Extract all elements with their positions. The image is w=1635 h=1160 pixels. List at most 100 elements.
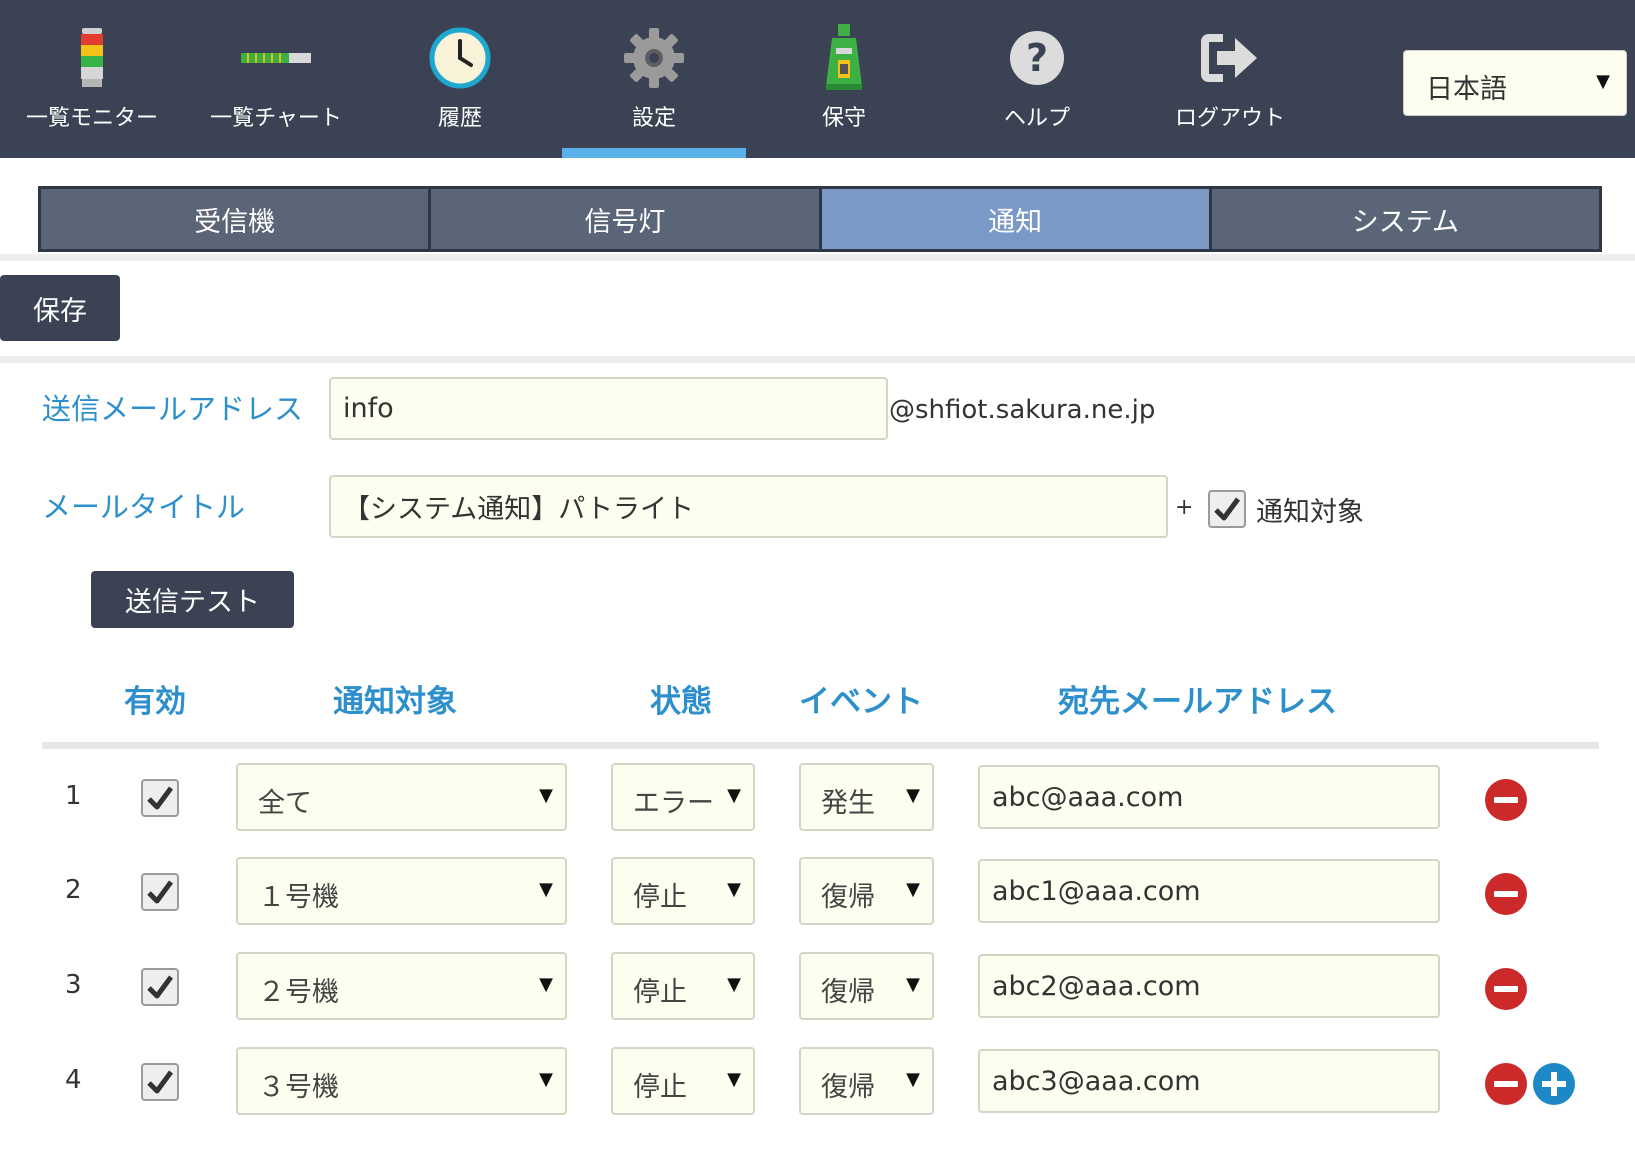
minus-circle-icon[interactable]	[1485, 873, 1527, 915]
state-select[interactable]: エラー ▼	[611, 763, 755, 831]
target-value: １号機	[258, 882, 339, 913]
divider	[0, 254, 1635, 261]
state-select[interactable]: 停止 ▼	[611, 857, 755, 925]
target-select[interactable]: ２号機 ▼	[236, 952, 567, 1020]
row-enabled-checkbox[interactable]	[141, 968, 179, 1006]
tab-receiver[interactable]: 受信機	[41, 189, 432, 249]
nav-item-logout[interactable]: ログアウト	[1138, 0, 1322, 158]
dropdown-arrow-icon: ▼	[906, 1069, 920, 1090]
col-header-state: 状態	[650, 684, 712, 720]
tab-notification[interactable]: 通知	[821, 189, 1212, 249]
nav-item-label: 履歴	[437, 106, 482, 131]
dropdown-arrow-icon: ▼	[539, 785, 553, 806]
save-button[interactable]: 保存	[0, 275, 120, 341]
email-input[interactable]: abc3@aaa.com	[978, 1049, 1440, 1113]
state-select[interactable]: 停止 ▼	[611, 952, 755, 1020]
minus-circle-icon[interactable]	[1485, 779, 1527, 821]
event-select[interactable]: 復帰 ▼	[799, 857, 934, 925]
nav-item-label: 設定	[631, 106, 676, 131]
dropdown-arrow-icon: ▼	[727, 879, 741, 900]
sender-address-label: 送信メールアドレス	[42, 392, 304, 426]
state-value: 停止	[633, 882, 687, 913]
gear-icon	[562, 22, 746, 94]
event-select[interactable]: 復帰 ▼	[799, 1047, 934, 1115]
dropdown-arrow-icon: ▼	[539, 974, 553, 995]
plus-sign: +	[1175, 495, 1194, 520]
nav-item-label: 保守	[821, 106, 866, 131]
target-select[interactable]: 全て ▼	[236, 763, 567, 831]
row-enabled-checkbox[interactable]	[141, 779, 179, 817]
row-number: 2	[65, 875, 82, 905]
clock-icon	[368, 22, 552, 94]
dropdown-arrow-icon: ▼	[539, 879, 553, 900]
event-select[interactable]: 発生 ▼	[799, 763, 934, 831]
language-select[interactable]: 日本語 ▼	[1403, 50, 1627, 116]
row-number: 4	[65, 1065, 82, 1095]
checkmark-icon	[147, 1070, 174, 1094]
row-enabled-checkbox[interactable]	[141, 873, 179, 911]
state-value: 停止	[633, 977, 687, 1008]
state-value: エラー	[633, 788, 714, 819]
row-number: 1	[65, 781, 82, 811]
event-value: 復帰	[821, 1072, 875, 1103]
target-select[interactable]: １号機 ▼	[236, 857, 567, 925]
target-value: ２号機	[258, 977, 339, 1008]
signal-tower-icon	[0, 22, 184, 94]
level-bar-icon	[184, 22, 368, 94]
nav-item-settings[interactable]: 設定	[562, 0, 746, 158]
event-value: 復帰	[821, 882, 875, 913]
email-input[interactable]: abc2@aaa.com	[978, 954, 1440, 1018]
nav-item-help[interactable]: ? ヘルプ	[945, 0, 1129, 158]
nav-item-maintenance[interactable]: 保守	[752, 0, 936, 158]
target-value: ３号機	[258, 1072, 339, 1103]
minus-circle-icon[interactable]	[1485, 968, 1527, 1010]
dropdown-arrow-icon: ▼	[1596, 71, 1610, 92]
append-target-checkbox[interactable]	[1208, 490, 1246, 528]
target-select[interactable]: ３号機 ▼	[236, 1047, 567, 1115]
minus-circle-icon[interactable]	[1485, 1063, 1527, 1105]
target-value: 全て	[258, 788, 312, 819]
header-divider	[42, 742, 1599, 749]
maintenance-icon	[752, 22, 936, 94]
checkmark-icon	[147, 786, 174, 810]
nav-item-label: ヘルプ	[1003, 106, 1070, 131]
dropdown-arrow-icon: ▼	[906, 879, 920, 900]
nav-item-label: 一覧チャート	[210, 106, 342, 131]
logout-icon	[1138, 22, 1322, 94]
plus-circle-icon[interactable]	[1533, 1063, 1575, 1105]
checkmark-icon	[1214, 497, 1241, 521]
mail-title-input[interactable]: 【システム通知】パトライト	[329, 475, 1168, 538]
col-header-event: イベント	[799, 684, 923, 720]
event-value: 復帰	[821, 977, 875, 1008]
dropdown-arrow-icon: ▼	[539, 1069, 553, 1090]
checkmark-icon	[147, 880, 174, 904]
event-select[interactable]: 復帰 ▼	[799, 952, 934, 1020]
col-header-email: 宛先メールアドレス	[1058, 684, 1337, 720]
email-input[interactable]: abc@aaa.com	[978, 765, 1440, 829]
sender-domain-text: @shfiot.sakura.ne.jp	[889, 395, 1156, 425]
divider	[0, 356, 1635, 363]
settings-tabs: 受信機 信号灯 通知 システム	[38, 186, 1602, 252]
tab-system[interactable]: システム	[1211, 189, 1599, 249]
row-number: 3	[65, 970, 82, 1000]
nav-item-label: 一覧モニター	[25, 106, 158, 131]
tab-signal-light[interactable]: 信号灯	[431, 189, 822, 249]
row-enabled-checkbox[interactable]	[141, 1063, 179, 1101]
top-navigation: 一覧モニター 一覧チャート 履歴 設定 保守 ? ヘルプ ログアウト 日本語 ▼	[0, 0, 1635, 158]
question-icon: ?	[945, 22, 1129, 94]
nav-item-history[interactable]: 履歴	[368, 0, 552, 158]
sender-address-input[interactable]: info	[329, 377, 888, 440]
state-value: 停止	[633, 1072, 687, 1103]
nav-item-chart[interactable]: 一覧チャート	[184, 0, 368, 158]
state-select[interactable]: 停止 ▼	[611, 1047, 755, 1115]
email-input[interactable]: abc1@aaa.com	[978, 859, 1440, 923]
nav-item-monitor[interactable]: 一覧モニター	[0, 0, 184, 158]
svg-text:?: ?	[1026, 36, 1048, 80]
dropdown-arrow-icon: ▼	[906, 785, 920, 806]
active-indicator	[562, 148, 746, 158]
language-value: 日本語	[1426, 74, 1507, 105]
dropdown-arrow-icon: ▼	[906, 974, 920, 995]
checkmark-icon	[147, 975, 174, 999]
send-test-button[interactable]: 送信テスト	[91, 571, 294, 628]
dropdown-arrow-icon: ▼	[727, 1069, 741, 1090]
